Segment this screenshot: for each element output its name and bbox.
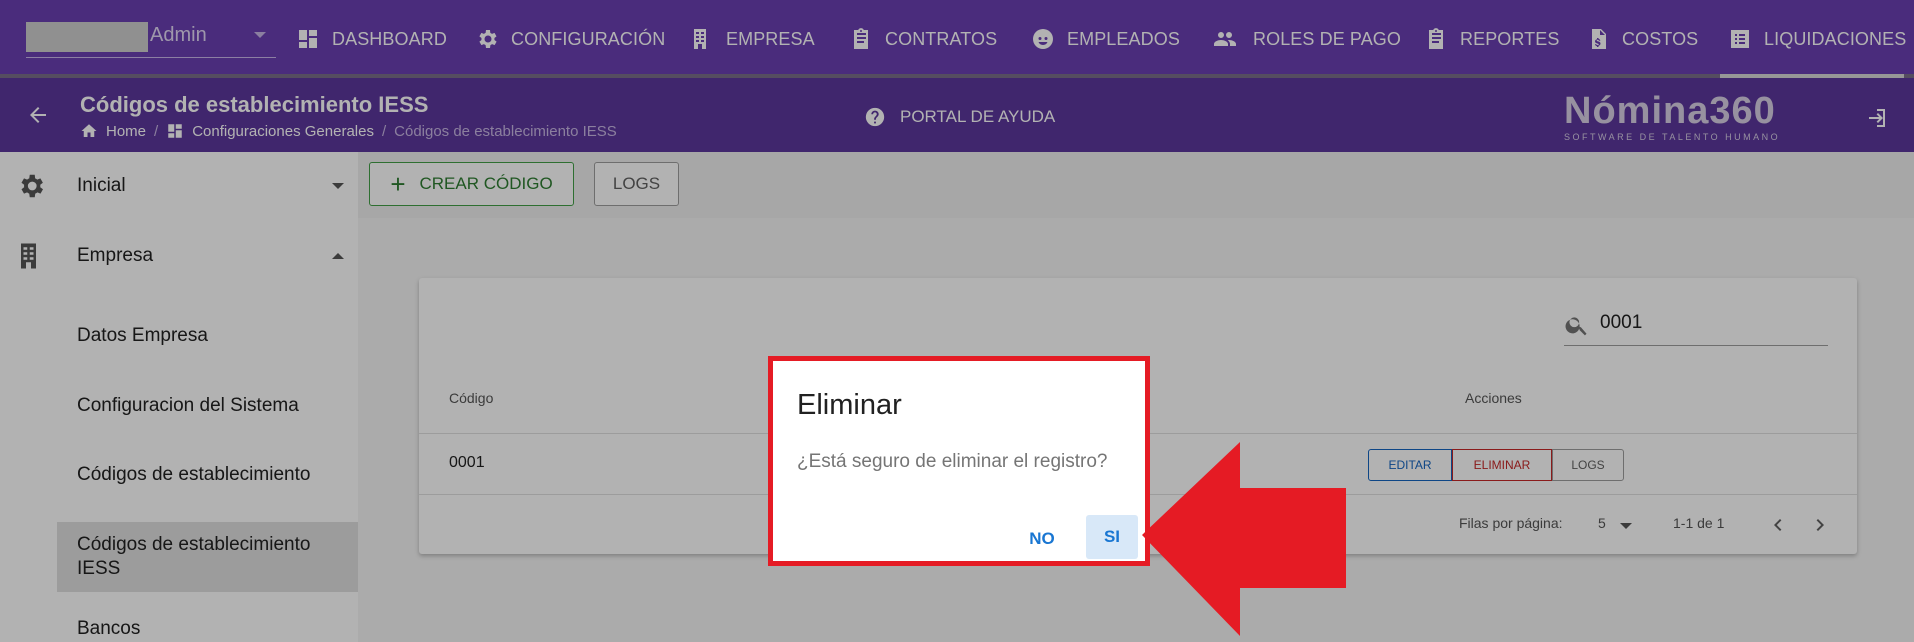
no-button[interactable]: NO xyxy=(1018,519,1066,559)
dialog-message: ¿Está seguro de eliminar el registro? xyxy=(797,451,1108,472)
delete-confirm-dialog: Eliminar ¿Está seguro de eliminar el reg… xyxy=(768,356,1150,566)
dialog-title: Eliminar xyxy=(797,389,902,421)
yes-button[interactable]: SI xyxy=(1086,515,1138,559)
annotation-arrow-icon xyxy=(1142,442,1346,636)
